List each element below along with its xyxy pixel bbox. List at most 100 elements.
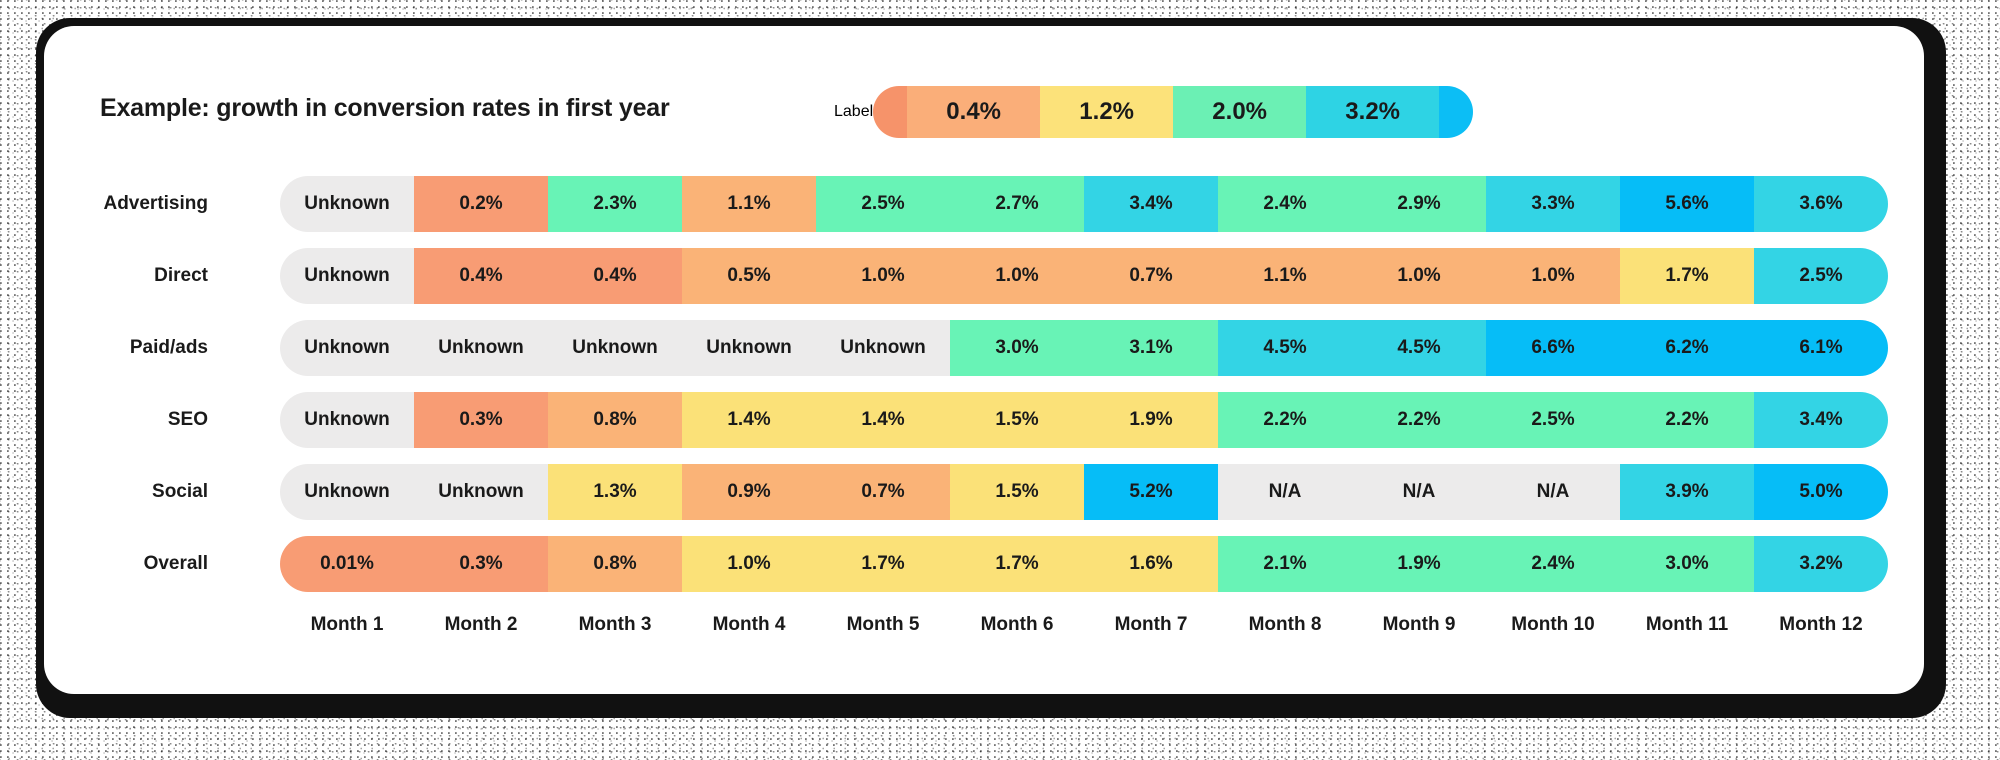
heatmap-cell[interactable]: 1.0%: [950, 248, 1084, 304]
legend-stop: 0.4%: [907, 86, 1041, 138]
row-bar: Unknown Unknown 1.3% 0.9% 0.7% 1.5% 5.2% N/A N/A…: [280, 464, 1888, 520]
heatmap-cell[interactable]: 3.0%: [950, 320, 1084, 376]
legend-stop: 2.0%: [1173, 86, 1307, 138]
heatmap-cell[interactable]: N/A: [1486, 464, 1620, 520]
heatmap-cell[interactable]: 1.7%: [950, 536, 1084, 592]
heatmap-cell[interactable]: 0.8%: [548, 392, 682, 448]
heatmap-cell[interactable]: 1.0%: [1352, 248, 1486, 304]
heatmap-cell[interactable]: 3.0%: [1620, 536, 1754, 592]
heatmap-cell[interactable]: 0.7%: [1084, 248, 1218, 304]
heatmap-cell[interactable]: 0.8%: [548, 536, 682, 592]
legend-cap-start: [873, 86, 908, 138]
heatmap-cell[interactable]: 2.1%: [1218, 536, 1352, 592]
heatmap-cell[interactable]: 1.6%: [1084, 536, 1218, 592]
row-label: Advertising: [103, 193, 208, 214]
heatmap-cell[interactable]: 2.5%: [1754, 248, 1888, 304]
heatmap-cell[interactable]: 0.7%: [816, 464, 950, 520]
heatmap-cell[interactable]: 1.7%: [816, 536, 950, 592]
row-label: Social: [152, 481, 208, 502]
axis-tick-label: Month 5: [846, 614, 920, 635]
heatmap-cell[interactable]: 5.2%: [1084, 464, 1218, 520]
heatmap-cell[interactable]: 2.7%: [950, 176, 1084, 232]
heatmap-cell[interactable]: 3.2%: [1754, 536, 1888, 592]
heatmap-cell[interactable]: N/A: [1352, 464, 1486, 520]
heatmap-cell[interactable]: 0.4%: [414, 248, 548, 304]
heatmap-cell[interactable]: Unknown: [280, 176, 414, 232]
heatmap-cell[interactable]: Unknown: [280, 320, 414, 376]
heatmap-cell[interactable]: 3.4%: [1084, 176, 1218, 232]
heatmap-cell[interactable]: 3.9%: [1620, 464, 1754, 520]
heatmap-cell[interactable]: 1.0%: [1486, 248, 1620, 304]
heatmap-cell[interactable]: Unknown: [548, 320, 682, 376]
heatmap-cell[interactable]: 3.3%: [1486, 176, 1620, 232]
heatmap-cell[interactable]: 2.2%: [1218, 392, 1352, 448]
axis-tick-label: Month 2: [444, 614, 518, 635]
heatmap-cell[interactable]: 3.4%: [1754, 392, 1888, 448]
axis-tick-label: Month 11: [1645, 614, 1729, 635]
legend-color-scale: 0.4% 1.2% 2.0% 3.2%: [873, 86, 1474, 138]
heatmap-cell[interactable]: Unknown: [816, 320, 950, 376]
heatmap-cell[interactable]: 2.4%: [1218, 176, 1352, 232]
row-label: Paid/ads: [129, 337, 208, 358]
axis-tick-label: Month 12: [1779, 614, 1863, 635]
row-bar: Unknown 0.2% 2.3% 1.1% 2.5% 2.7% 3.4% 2.4% 2.9% 3…: [280, 176, 1888, 232]
heatmap-cell[interactable]: 4.5%: [1218, 320, 1352, 376]
heatmap-cell[interactable]: 0.3%: [414, 392, 548, 448]
row-bar: 0.01% 0.3% 0.8% 1.0% 1.7% 1.7% 1.6% 2.1% 1.9% 2.4…: [280, 536, 1888, 592]
heatmap-rows: Advertising Unknown 0.2% 2.3% 1.1% 2.5% 2.7% 3.…: [44, 176, 1924, 608]
heatmap-cell[interactable]: N/A: [1218, 464, 1352, 520]
heatmap-cell[interactable]: 6.6%: [1486, 320, 1620, 376]
row-label: SEO: [167, 409, 208, 430]
row-label: Overall: [143, 553, 208, 574]
heatmap-cell[interactable]: Unknown: [280, 392, 414, 448]
axis-tick-label: Month 7: [1114, 614, 1188, 635]
heatmap-cell[interactable]: 2.2%: [1352, 392, 1486, 448]
row-bar: Unknown 0.3% 0.8% 1.4% 1.4% 1.5% 1.9% 2.2% 2.2% 2…: [280, 392, 1888, 448]
heatmap-cell[interactable]: 1.7%: [1620, 248, 1754, 304]
heatmap-cell[interactable]: 3.6%: [1754, 176, 1888, 232]
heatmap-cell[interactable]: 1.1%: [1218, 248, 1352, 304]
legend: Label 0.4% 1.2% 2.0% 3.2%: [834, 82, 1474, 142]
heatmap-cell[interactable]: 0.9%: [682, 464, 816, 520]
heatmap-cell[interactable]: 1.4%: [816, 392, 950, 448]
heatmap-cell[interactable]: Unknown: [414, 320, 548, 376]
heatmap-cell[interactable]: 5.6%: [1620, 176, 1754, 232]
heatmap-cell[interactable]: 3.1%: [1084, 320, 1218, 376]
heatmap-cell[interactable]: 2.3%: [548, 176, 682, 232]
axis-tick-label: Month 10: [1511, 614, 1595, 635]
heatmap-cell[interactable]: 1.1%: [682, 176, 816, 232]
heatmap-cell[interactable]: Unknown: [414, 464, 548, 520]
heatmap-cell[interactable]: 1.3%: [548, 464, 682, 520]
month-axis: Month 1 Month 2 Month 3 Month 4 Month 5 Month…: [280, 614, 1888, 636]
heatmap-cell[interactable]: Unknown: [280, 248, 414, 304]
heatmap-cell[interactable]: 2.5%: [816, 176, 950, 232]
heatmap-cell[interactable]: 1.9%: [1084, 392, 1218, 448]
row-label: Direct: [154, 265, 208, 286]
axis-tick-label: Month 4: [712, 614, 786, 635]
legend-cap-end: [1439, 86, 1474, 138]
heatmap-cell[interactable]: 2.2%: [1620, 392, 1754, 448]
heatmap-cell[interactable]: Unknown: [280, 464, 414, 520]
heatmap-cell[interactable]: 1.0%: [682, 536, 816, 592]
heatmap-cell[interactable]: 1.4%: [682, 392, 816, 448]
heatmap-cell[interactable]: 1.5%: [950, 464, 1084, 520]
heatmap-cell[interactable]: 0.3%: [414, 536, 548, 592]
heatmap-cell[interactable]: 4.5%: [1352, 320, 1486, 376]
heatmap-row: SEO Unknown 0.3% 0.8% 1.4% 1.4% 1.5% 1.9% 2.2% 2.…: [44, 392, 1924, 448]
heatmap-cell[interactable]: 1.9%: [1352, 536, 1486, 592]
axis-tick-label: Month 1: [310, 614, 384, 635]
heatmap-cell[interactable]: 0.2%: [414, 176, 548, 232]
heatmap-cell[interactable]: 6.1%: [1754, 320, 1888, 376]
axis-tick-label: Month 8: [1248, 614, 1322, 635]
heatmap-cell[interactable]: 2.9%: [1352, 176, 1486, 232]
heatmap-cell[interactable]: 2.4%: [1486, 536, 1620, 592]
heatmap-cell[interactable]: 2.5%: [1486, 392, 1620, 448]
heatmap-cell[interactable]: 0.4%: [548, 248, 682, 304]
heatmap-cell[interactable]: 6.2%: [1620, 320, 1754, 376]
heatmap-cell[interactable]: 5.0%: [1754, 464, 1888, 520]
heatmap-cell[interactable]: Unknown: [682, 320, 816, 376]
heatmap-cell[interactable]: 1.5%: [950, 392, 1084, 448]
heatmap-cell[interactable]: 1.0%: [816, 248, 950, 304]
heatmap-cell[interactable]: 0.5%: [682, 248, 816, 304]
heatmap-cell[interactable]: 0.01%: [280, 536, 414, 592]
